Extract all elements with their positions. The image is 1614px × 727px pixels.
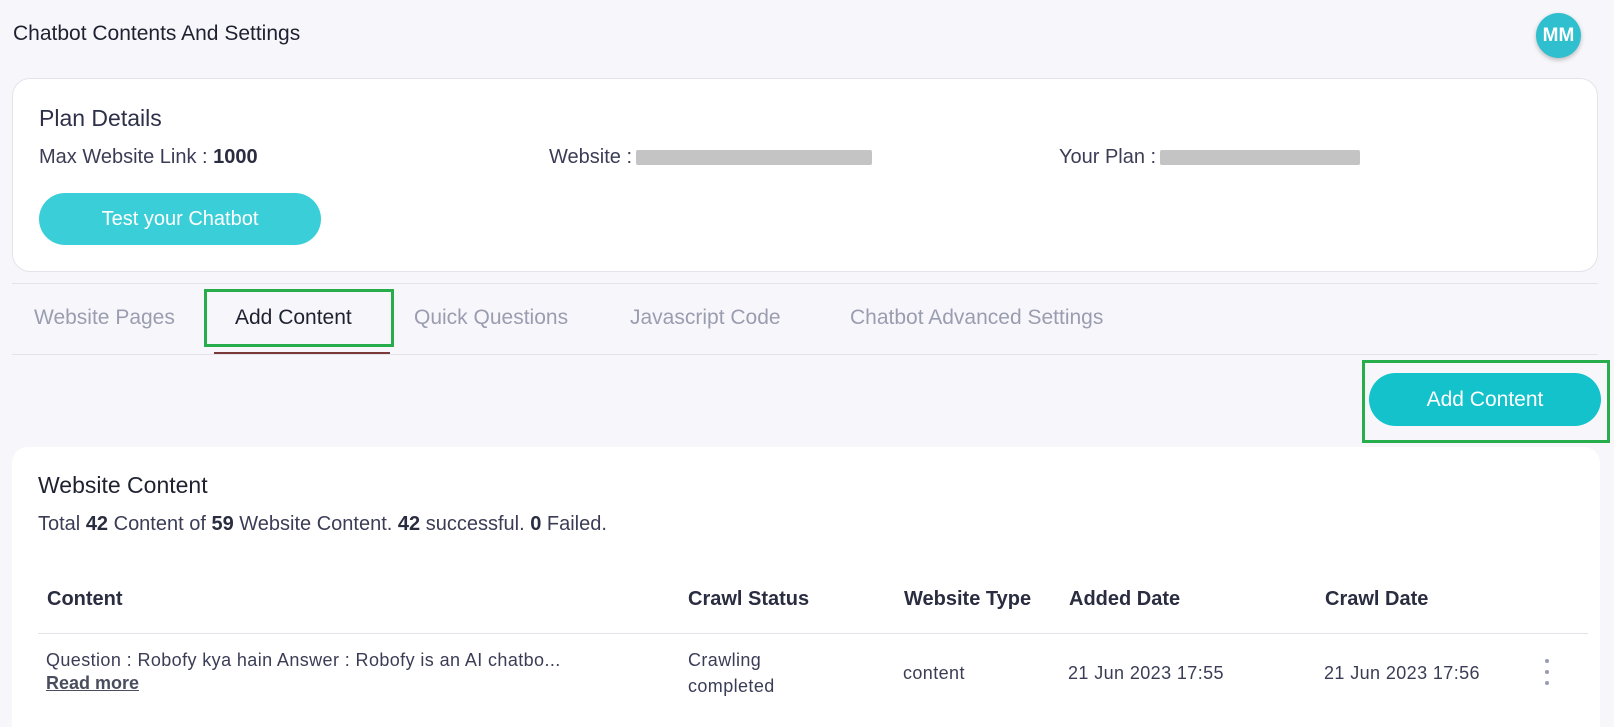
column-header-crawl-date: Crawl Date — [1325, 588, 1429, 610]
website-content-title: Website Content — [38, 472, 208, 498]
summary-text: Content of — [108, 513, 212, 535]
summary-text: Failed. — [541, 513, 607, 535]
content-summary: Total 42 Content of 59 Website Content. … — [38, 513, 607, 536]
tab-highlight-box — [204, 289, 394, 347]
row-added-date: 21 Jun 2023 17:55 — [1068, 663, 1224, 683]
your-plan-info: Your Plan : — [1059, 146, 1361, 169]
max-website-link: Max Website Link : 1000 — [39, 146, 258, 169]
summary-text: successful. — [420, 513, 531, 535]
column-header-crawl-status: Crawl Status — [688, 588, 810, 610]
tab-chatbot-advanced-settings[interactable]: Chatbot Advanced Settings — [850, 296, 1103, 340]
plan-details-title: Plan Details — [39, 105, 162, 131]
website-info: Website : — [549, 146, 872, 169]
tabs-top-divider — [12, 283, 1598, 284]
user-avatar[interactable]: MM — [1536, 13, 1581, 58]
tab-website-pages[interactable]: Website Pages — [34, 296, 175, 340]
summary-success-count: 42 — [397, 513, 421, 535]
row-crawl-date: 21 Jun 2023 17:56 — [1324, 663, 1480, 683]
crawl-status-line: completed — [688, 676, 775, 696]
row-website-type: content — [903, 663, 965, 683]
summary-website-count: 59 — [211, 513, 234, 535]
row-content-text: Question : Robofy kya hain Answer : Robo… — [46, 650, 561, 670]
add-content-button[interactable]: Add Content — [1369, 373, 1601, 426]
column-header-added-date: Added Date — [1069, 588, 1181, 610]
website-label: Website : — [549, 146, 632, 168]
plan-details-card: Plan Details Max Website Link : 1000 Web… — [12, 78, 1598, 272]
summary-text: Total — [38, 513, 86, 535]
website-redacted — [636, 150, 872, 166]
kebab-dot — [1545, 681, 1549, 685]
your-plan-label: Your Plan : — [1059, 146, 1157, 168]
tab-quick-questions[interactable]: Quick Questions — [414, 296, 568, 340]
max-link-value: 1000 — [213, 146, 258, 168]
row-more-options-icon[interactable] — [1538, 659, 1556, 685]
summary-total-count: 42 — [85, 513, 109, 535]
table-header-divider — [38, 633, 1588, 634]
test-chatbot-button[interactable]: Test your Chatbot — [39, 193, 321, 245]
row-crawl-status: Crawling completed — [688, 647, 775, 699]
max-link-label: Max Website Link : — [39, 146, 214, 168]
column-header-website-type: Website Type — [904, 588, 1032, 610]
tabs-bottom-divider — [12, 354, 1598, 355]
plan-redacted — [1160, 150, 1361, 166]
kebab-dot — [1545, 659, 1549, 663]
page-title: Chatbot Contents And Settings — [13, 22, 301, 45]
website-content-card: Website Content Total 42 Content of 59 W… — [12, 447, 1600, 727]
column-header-content: Content — [47, 588, 123, 610]
read-more-link[interactable]: Read more — [46, 673, 139, 694]
tab-javascript-code[interactable]: Javascript Code — [630, 296, 781, 340]
kebab-dot — [1545, 670, 1549, 674]
summary-text: Website Content. — [233, 513, 398, 535]
crawl-status-line: Crawling — [688, 650, 762, 670]
summary-failed-count: 0 — [530, 513, 542, 535]
